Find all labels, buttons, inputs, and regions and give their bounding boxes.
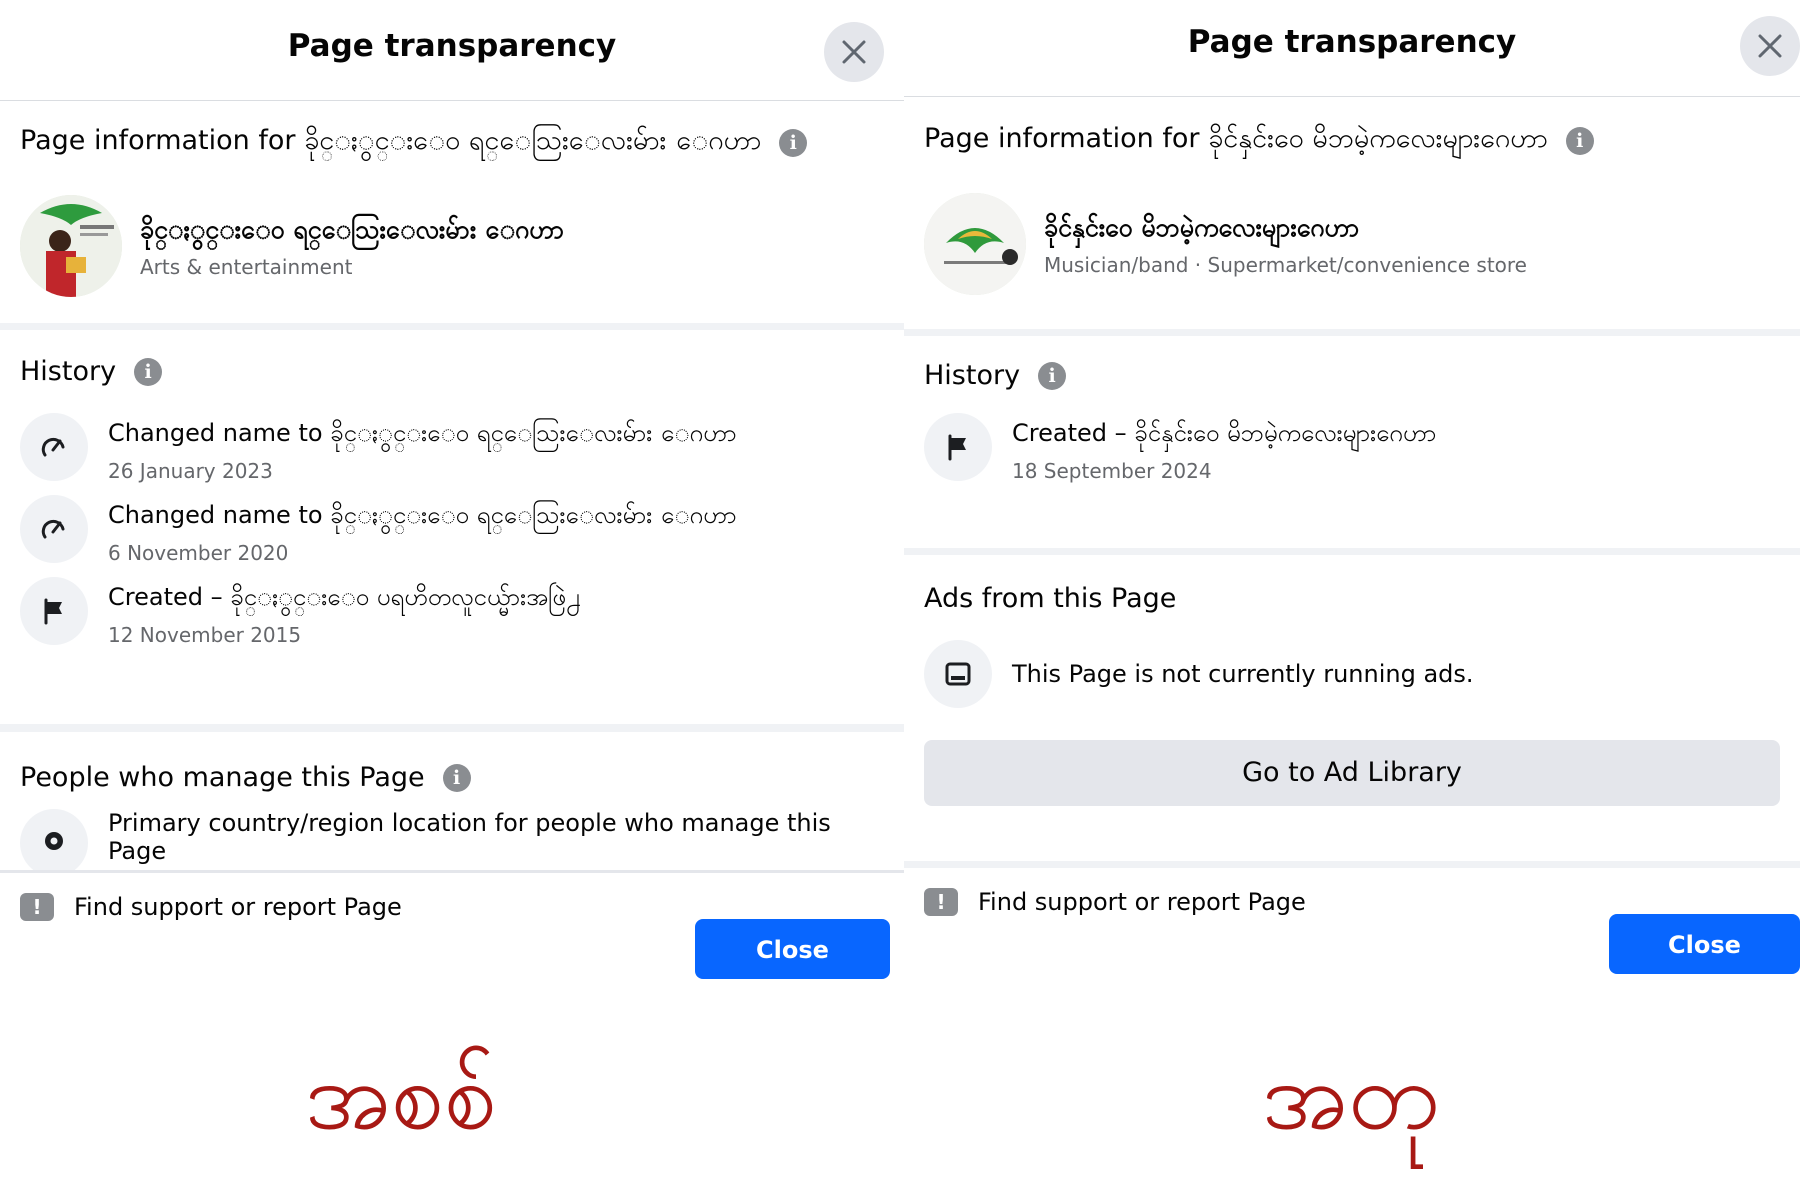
name-change-icon xyxy=(41,437,65,457)
dialog-header: Page transparency xyxy=(0,0,904,101)
managers-item-text: Primary country/region location for peop… xyxy=(108,809,831,865)
flag-icon xyxy=(44,598,62,625)
fake-page-transparency-dialog: Page transparency Page information for ခ… xyxy=(904,0,1800,1000)
report-icon: ! xyxy=(924,888,958,916)
report-icon: ! xyxy=(20,893,54,921)
page-information-section: Page information for ခိုင္ႏွင္းေဝ ရင္ေသြ… xyxy=(0,101,904,323)
history-item-text: Created – ခိုင်နှင်းဝေ မိဘမဲ့ကလေးများဂေဟ… xyxy=(1012,419,1437,447)
page-category: Arts & entertainment xyxy=(140,254,353,279)
history-item-text: Changed name to ခိုင္ႏွင္းေဝ ရင္ေသြးေလးမ… xyxy=(108,419,737,447)
page-information-title: Page information for ခိုင်နှင်းဝေ မိဘမဲ့… xyxy=(924,121,1780,161)
ads-status-text: This Page is not currently running ads. xyxy=(1012,660,1474,688)
page-name[interactable]: ခိုင်နှင်းဝေ မိဘမဲ့ကလေးများဂေဟာ xyxy=(1044,212,1527,249)
history-item: Created – ခိုင္ႏွင္းေဝ ပရဟိတလူငယ္မ်ားအဖြ… xyxy=(20,577,884,647)
fake-caption: အတု xyxy=(1262,1042,1440,1151)
avatar[interactable] xyxy=(20,195,122,297)
ad-library-button[interactable]: Go to Ad Library xyxy=(924,740,1780,806)
page-category: Musician/band · Supermarket/convenience … xyxy=(1044,252,1527,277)
history-item: Changed name to ခိုင္ႏွင္းေဝ ရင္ေသြးေလးမ… xyxy=(20,495,884,565)
ad-screen-icon xyxy=(945,662,971,686)
history-section: History i Changed name to ခိုင္ႏွင္းေဝ ရ… xyxy=(0,330,904,724)
page-information-section: Page information for ခိုင်နှင်းဝေ မိဘမဲ့… xyxy=(904,97,1800,329)
real-page-transparency-dialog: Page transparency Page information for ခ… xyxy=(0,0,904,1000)
info-icon[interactable]: i xyxy=(1565,127,1594,155)
support-row[interactable]: ! Find support or report Page xyxy=(904,888,1800,916)
close-icon xyxy=(842,40,866,64)
dialog-title: Page transparency xyxy=(287,28,617,64)
history-item: Changed name to ခိုင္ႏွင္းေဝ ရင္ေသြးေလးမ… xyxy=(20,413,884,483)
info-icon[interactable]: i xyxy=(779,129,808,157)
info-icon[interactable]: i xyxy=(1038,361,1067,390)
avatar[interactable] xyxy=(924,193,1026,295)
history-item-text: Created – ခိုင္ႏွင္းေဝ ပရဟိတလူငယ္မ်ားအဖြ… xyxy=(108,583,582,611)
support-link[interactable]: Find support or report Page xyxy=(74,893,402,921)
history-title: History i xyxy=(20,356,884,387)
page-information-label: Page information for ခိုင်နှင်းဝေ မိဘမဲ့… xyxy=(924,123,1548,154)
profile-photo xyxy=(20,195,122,297)
info-icon[interactable]: i xyxy=(134,357,163,386)
close-dialog-button[interactable] xyxy=(1740,16,1800,76)
history-item-icon-wrap xyxy=(20,413,88,481)
section-divider xyxy=(904,329,1800,336)
ads-section: Ads from this Page This Page is not curr… xyxy=(904,555,1800,861)
history-label: History xyxy=(924,360,1021,391)
location-icon-wrap xyxy=(20,809,88,870)
history-title: History i xyxy=(924,360,1780,391)
history-item-date: 26 January 2023 xyxy=(108,459,273,483)
profile-photo xyxy=(924,193,1026,295)
info-icon[interactable]: i xyxy=(442,763,471,792)
managers-label: People who manage this Page xyxy=(20,762,425,793)
dialog-header: Page transparency xyxy=(904,0,1800,97)
section-divider xyxy=(0,724,904,732)
history-section: History i Created – ခိုင်နှင်းဝေ မိဘမဲ့က… xyxy=(904,336,1800,548)
real-caption: အစစ် xyxy=(305,1042,498,1151)
page-profile: ခိုင္ႏွင္းေဝ ရင္ေသြးေလးမ်ား ေဂဟာ Arts & … xyxy=(20,195,884,297)
page-name[interactable]: ခိုင္ႏွင္းေဝ ရင္ေသြးေလးမ်ား ေဂဟာ xyxy=(140,214,564,251)
history-item-date: 12 November 2015 xyxy=(108,623,302,647)
location-pin-icon xyxy=(45,832,63,850)
managers-section: People who manage this Page i Primary co… xyxy=(0,732,904,870)
name-change-icon xyxy=(41,519,65,539)
page-information-title: Page information for ခိုင္ႏွင္းေဝ ရင္ေသြ… xyxy=(20,123,884,163)
page-profile: ခိုင်နှင်းဝေ မိဘမဲ့ကလေးများဂေဟာ Musician… xyxy=(924,193,1780,295)
close-icon xyxy=(1758,34,1782,58)
ads-status-item: This Page is not currently running ads. xyxy=(924,640,1780,708)
managers-item: Primary country/region location for peop… xyxy=(20,809,884,870)
page-information-label: Page information for ခိုင္ႏွင္းေဝ ရင္ေသြ… xyxy=(20,125,762,156)
history-item: Created – ခိုင်နှင်းဝေ မိဘမဲ့ကလေးများဂေဟ… xyxy=(924,413,1780,483)
history-item-date: 6 November 2020 xyxy=(108,541,289,565)
history-label: History xyxy=(20,356,117,387)
managers-title: People who manage this Page i xyxy=(20,762,884,793)
dialog-title: Page transparency xyxy=(1187,24,1517,60)
section-divider xyxy=(904,861,1800,868)
section-divider xyxy=(904,548,1800,555)
section-divider xyxy=(0,323,904,330)
ads-icon-wrap xyxy=(924,640,992,708)
history-item-icon-wrap xyxy=(924,413,992,481)
support-link[interactable]: Find support or report Page xyxy=(978,888,1306,916)
section-divider xyxy=(0,870,904,873)
ads-title: Ads from this Page xyxy=(924,583,1177,614)
close-button[interactable]: Close xyxy=(1609,914,1800,974)
close-button[interactable]: Close xyxy=(695,919,890,979)
flag-icon xyxy=(948,434,966,461)
history-item-icon-wrap xyxy=(20,495,88,563)
history-item-icon-wrap xyxy=(20,577,88,645)
close-dialog-button[interactable] xyxy=(824,22,884,82)
support-row[interactable]: ! Find support or report Page xyxy=(0,893,904,921)
history-item-date: 18 September 2024 xyxy=(1012,459,1212,483)
history-item-text: Changed name to ခိုင္ႏွင္းေဝ ရင္ေသြးေလးမ… xyxy=(108,501,737,529)
